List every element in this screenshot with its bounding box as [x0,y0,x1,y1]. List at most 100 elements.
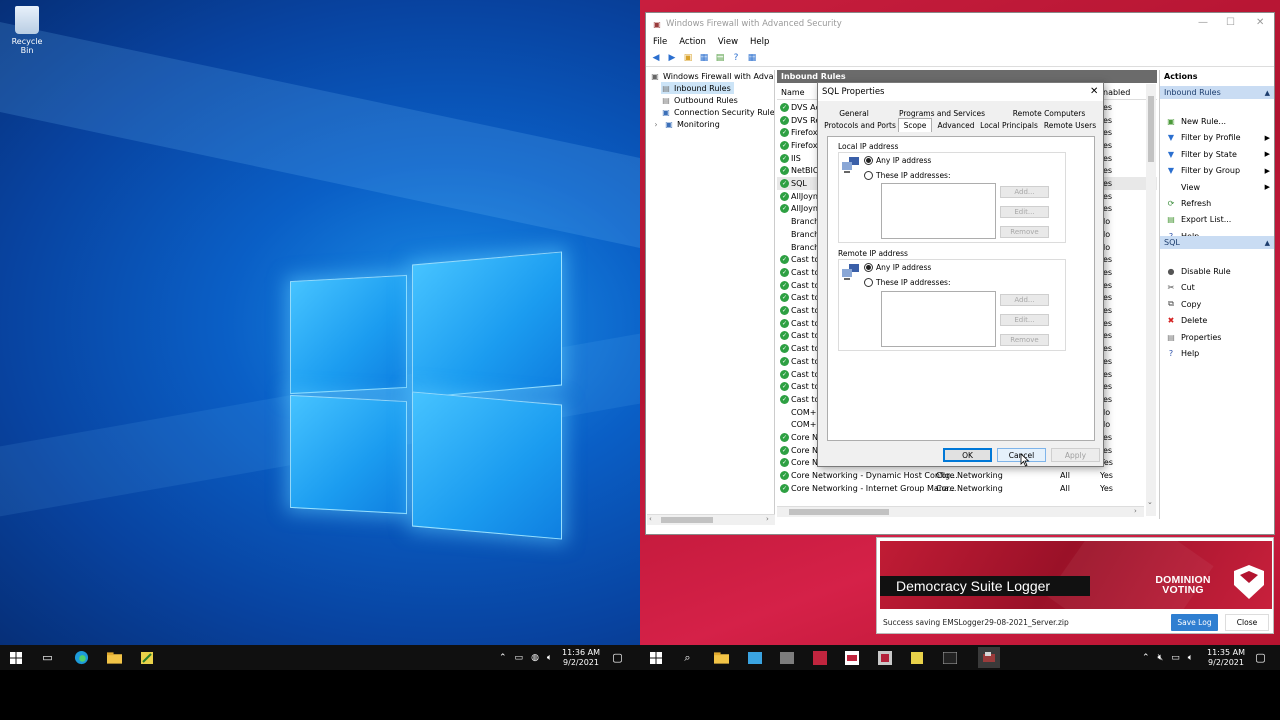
actions-section-sql[interactable]: SQL ▲ [1160,236,1274,249]
system-tray[interactable]: ⌃ 🔇︎ ▭ 🔈︎ [1142,645,1193,670]
table-row[interactable]: ✓Core Networking - Dynamic Host Config..… [777,469,1157,482]
tab-protocols-and-ports[interactable]: Protocols and Ports [824,119,896,131]
apply-button[interactable]: Apply [1051,448,1100,462]
action-filter-by-profile[interactable]: ▼ Filter by Profile ▶ [1160,131,1274,144]
rules-hscroll[interactable]: › [777,506,1144,517]
action-delete[interactable]: ✖ Delete [1160,314,1274,327]
tree-inbound-rules[interactable]: ▤ Inbound Rules [661,82,734,94]
tab-general[interactable]: General [830,107,878,119]
firewall-app-icon[interactable] [978,647,1000,668]
remote-ip-list[interactable] [881,291,996,347]
rules-vscroll[interactable]: ⌄ [1146,84,1156,516]
show-hide-tree-icon[interactable]: ▦ [698,52,710,64]
table-row[interactable]: ✓ Core Networking - Internet Group Mana..… [777,482,1157,495]
volume-mute-icon[interactable]: 🔇︎ [1158,653,1164,663]
forward-icon[interactable]: ▶ [666,52,678,64]
tab-remote-users[interactable]: Remote Users [1043,119,1097,131]
file-explorer-icon[interactable] [713,649,730,666]
task-view-icon[interactable]: ▭ [39,649,56,666]
close-icon[interactable]: ✕ [1256,17,1264,28]
column-enabled[interactable]: nabled [1103,88,1130,97]
close-button[interactable]: Close [1225,614,1269,631]
scroll-left-icon[interactable]: ‹ [649,515,652,523]
app-icon[interactable] [876,649,893,666]
logger-app-icon[interactable] [843,649,860,666]
volume-icon[interactable]: 🔈︎ [547,653,552,663]
action-view[interactable]: View ▶ [1160,181,1274,194]
remote-remove-button[interactable]: Remove [1000,334,1049,346]
remote-edit-button[interactable]: Edit... [1000,314,1049,326]
app-icon[interactable] [778,649,795,666]
help-icon[interactable]: ? [730,52,742,64]
action-new-rule[interactable]: ▣ New Rule... [1160,115,1274,128]
action-export-list[interactable]: ▤ Export List... [1160,213,1274,226]
radio-selected[interactable] [864,263,873,272]
action-cut[interactable]: ✂ Cut [1160,281,1274,294]
start-icon[interactable] [647,649,664,666]
scroll-right-icon[interactable]: › [1134,507,1137,515]
remote-these-ip-radio[interactable]: These IP addresses: [864,278,951,287]
scroll-right-icon[interactable]: › [766,515,769,523]
minimize-icon[interactable]: — [1198,17,1208,28]
up-folder-icon[interactable]: ▣ [682,52,694,64]
dialog-titlebar[interactable]: SQL Properties ✕ [818,83,1103,101]
network-icon[interactable]: ▭ [1171,653,1180,663]
column-name[interactable]: Name [781,88,805,97]
window-titlebar[interactable]: ▣ Windows Firewall with Advanced Securit… [646,13,1274,35]
show-hide-action-icon[interactable]: ▦ [746,52,758,64]
edge-icon[interactable] [73,649,90,666]
local-these-ip-radio[interactable]: These IP addresses: [864,171,951,180]
action-disable-rule[interactable]: ● Disable Rule [1160,265,1274,278]
network-icon[interactable]: ◍ [531,653,539,663]
system-tray[interactable]: ⌃ ▭ ◍ 🔈︎ [499,645,552,670]
radio-selected[interactable] [864,156,873,165]
local-any-ip-radio[interactable]: Any IP address [864,156,931,165]
notification-icon[interactable]: ▢ [1252,649,1269,666]
action-copy[interactable]: ⧉ Copy [1160,298,1274,311]
remote-any-ip-radio[interactable]: Any IP address [864,263,931,272]
tab-scope[interactable]: Scope [898,118,932,132]
menu-help[interactable]: Help [750,37,769,47]
local-add-button[interactable]: Add... [1000,186,1049,198]
collapse-icon[interactable]: ▲ [1265,89,1270,97]
back-icon[interactable]: ◀ [650,52,662,64]
clock[interactable]: 11:35 AM 9/2/2021 [1205,648,1247,668]
tab-advanced[interactable]: Advanced [934,119,978,131]
action-help[interactable]: ?Help [1160,347,1274,360]
actions-section-inbound-rules[interactable]: Inbound Rules ▲ [1160,86,1274,99]
menu-file[interactable]: File [653,37,667,47]
start-icon[interactable] [7,649,24,666]
tab-local-principals[interactable]: Local Principals [980,119,1038,131]
firewall-app-icon[interactable] [940,648,962,667]
search-icon[interactable]: ⌕ [679,649,696,666]
action-filter-by-group[interactable]: ▼ Filter by Group ▶ [1160,164,1274,177]
tree-hscroll[interactable]: ‹ › [647,514,775,525]
action-refresh[interactable]: ⟳ Refresh [1160,197,1274,210]
recycle-bin[interactable]: Recycle Bin [6,6,48,55]
export-icon[interactable]: ▤ [714,52,726,64]
chevron-up-icon[interactable]: ⌃ [1142,653,1150,663]
scroll-down-icon[interactable]: ⌄ [1147,498,1153,506]
expand-chevron-icon[interactable]: › [651,119,661,129]
local-ip-list[interactable] [881,183,996,239]
chevron-up-icon[interactable]: ⌃ [499,653,507,663]
local-edit-button[interactable]: Edit... [1000,206,1049,218]
action-filter-by-state[interactable]: ▼ Filter by State ▶ [1160,148,1274,161]
tree-monitoring[interactable]: › ▣ Monitoring [651,118,719,130]
app-icon[interactable] [746,649,763,666]
ok-button[interactable]: OK [943,448,992,462]
tool-icon[interactable] [138,649,155,666]
collapse-icon[interactable]: ▲ [1265,239,1270,247]
volume-icon[interactable]: 🔈︎ [1188,653,1193,663]
menu-view[interactable]: View [718,37,738,47]
menu-action[interactable]: Action [679,37,706,47]
dialog-close-icon[interactable]: ✕ [1090,86,1098,97]
radio-unselected[interactable] [864,278,873,287]
notification-icon[interactable]: ▢ [609,649,626,666]
tree-root[interactable]: ▣ Windows Firewall with Advance [650,70,774,82]
maximize-icon[interactable]: ☐ [1226,17,1235,28]
tool-icon[interactable] [908,649,925,666]
save-log-button[interactable]: Save Log [1171,614,1218,631]
tree-connection-security-rules[interactable]: ▣ Connection Security Rules [661,106,774,118]
local-remove-button[interactable]: Remove [1000,226,1049,238]
